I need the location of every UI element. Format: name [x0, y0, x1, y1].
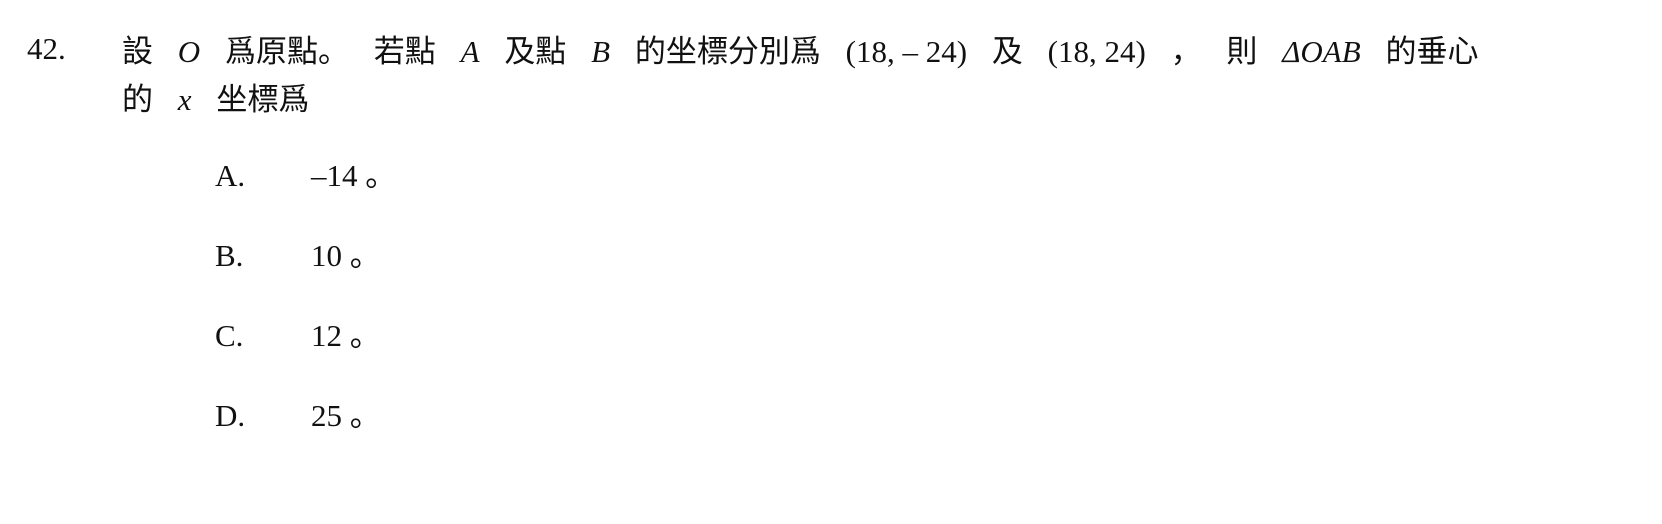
stem-text: 爲原點。: [224, 34, 349, 69]
stem-text: 的: [122, 82, 153, 117]
question-stem: 設 O 爲原點。 若點 A 及點 B 的坐標分別爲 (18, – 24) 及 (…: [122, 28, 1642, 124]
stem-text: 若點: [373, 34, 436, 69]
option-label: C.: [215, 318, 244, 353]
option-text: 25 。: [311, 398, 381, 433]
stem-text: 坐標爲: [216, 82, 310, 117]
triangle-symbol: ΔOAB: [1282, 34, 1361, 69]
point-b-symbol: B: [591, 34, 611, 69]
stem-punctuation: ，: [1170, 34, 1202, 69]
coordinate-a: (18, – 24): [845, 34, 968, 69]
option-label: D.: [215, 398, 246, 433]
stem-text: 及點: [504, 34, 567, 69]
coordinate-b: (18, 24): [1047, 34, 1146, 69]
option-text: 12 。: [311, 318, 381, 353]
question-stem-line-2: 的 x 坐標爲: [122, 76, 1642, 124]
point-o-symbol: O: [177, 34, 201, 69]
question-stem-line-1: 設 O 爲原點。 若點 A 及點 B 的坐標分別爲 (18, – 24) 及 (…: [122, 28, 1642, 76]
stem-text: 的坐標分別爲: [634, 34, 821, 69]
option-label: B.: [215, 238, 244, 273]
x-variable-symbol: x: [177, 82, 192, 117]
question-number: 42.: [27, 31, 66, 66]
point-a-symbol: A: [460, 34, 480, 69]
stem-text: 則: [1226, 34, 1258, 69]
option-text: 10 。: [311, 238, 381, 273]
option-text: –14 。: [311, 158, 397, 193]
stem-text: 的垂心: [1385, 34, 1479, 69]
stem-text: 設: [122, 34, 153, 69]
option-label: A.: [215, 158, 246, 193]
stem-text: 及: [991, 34, 1023, 69]
